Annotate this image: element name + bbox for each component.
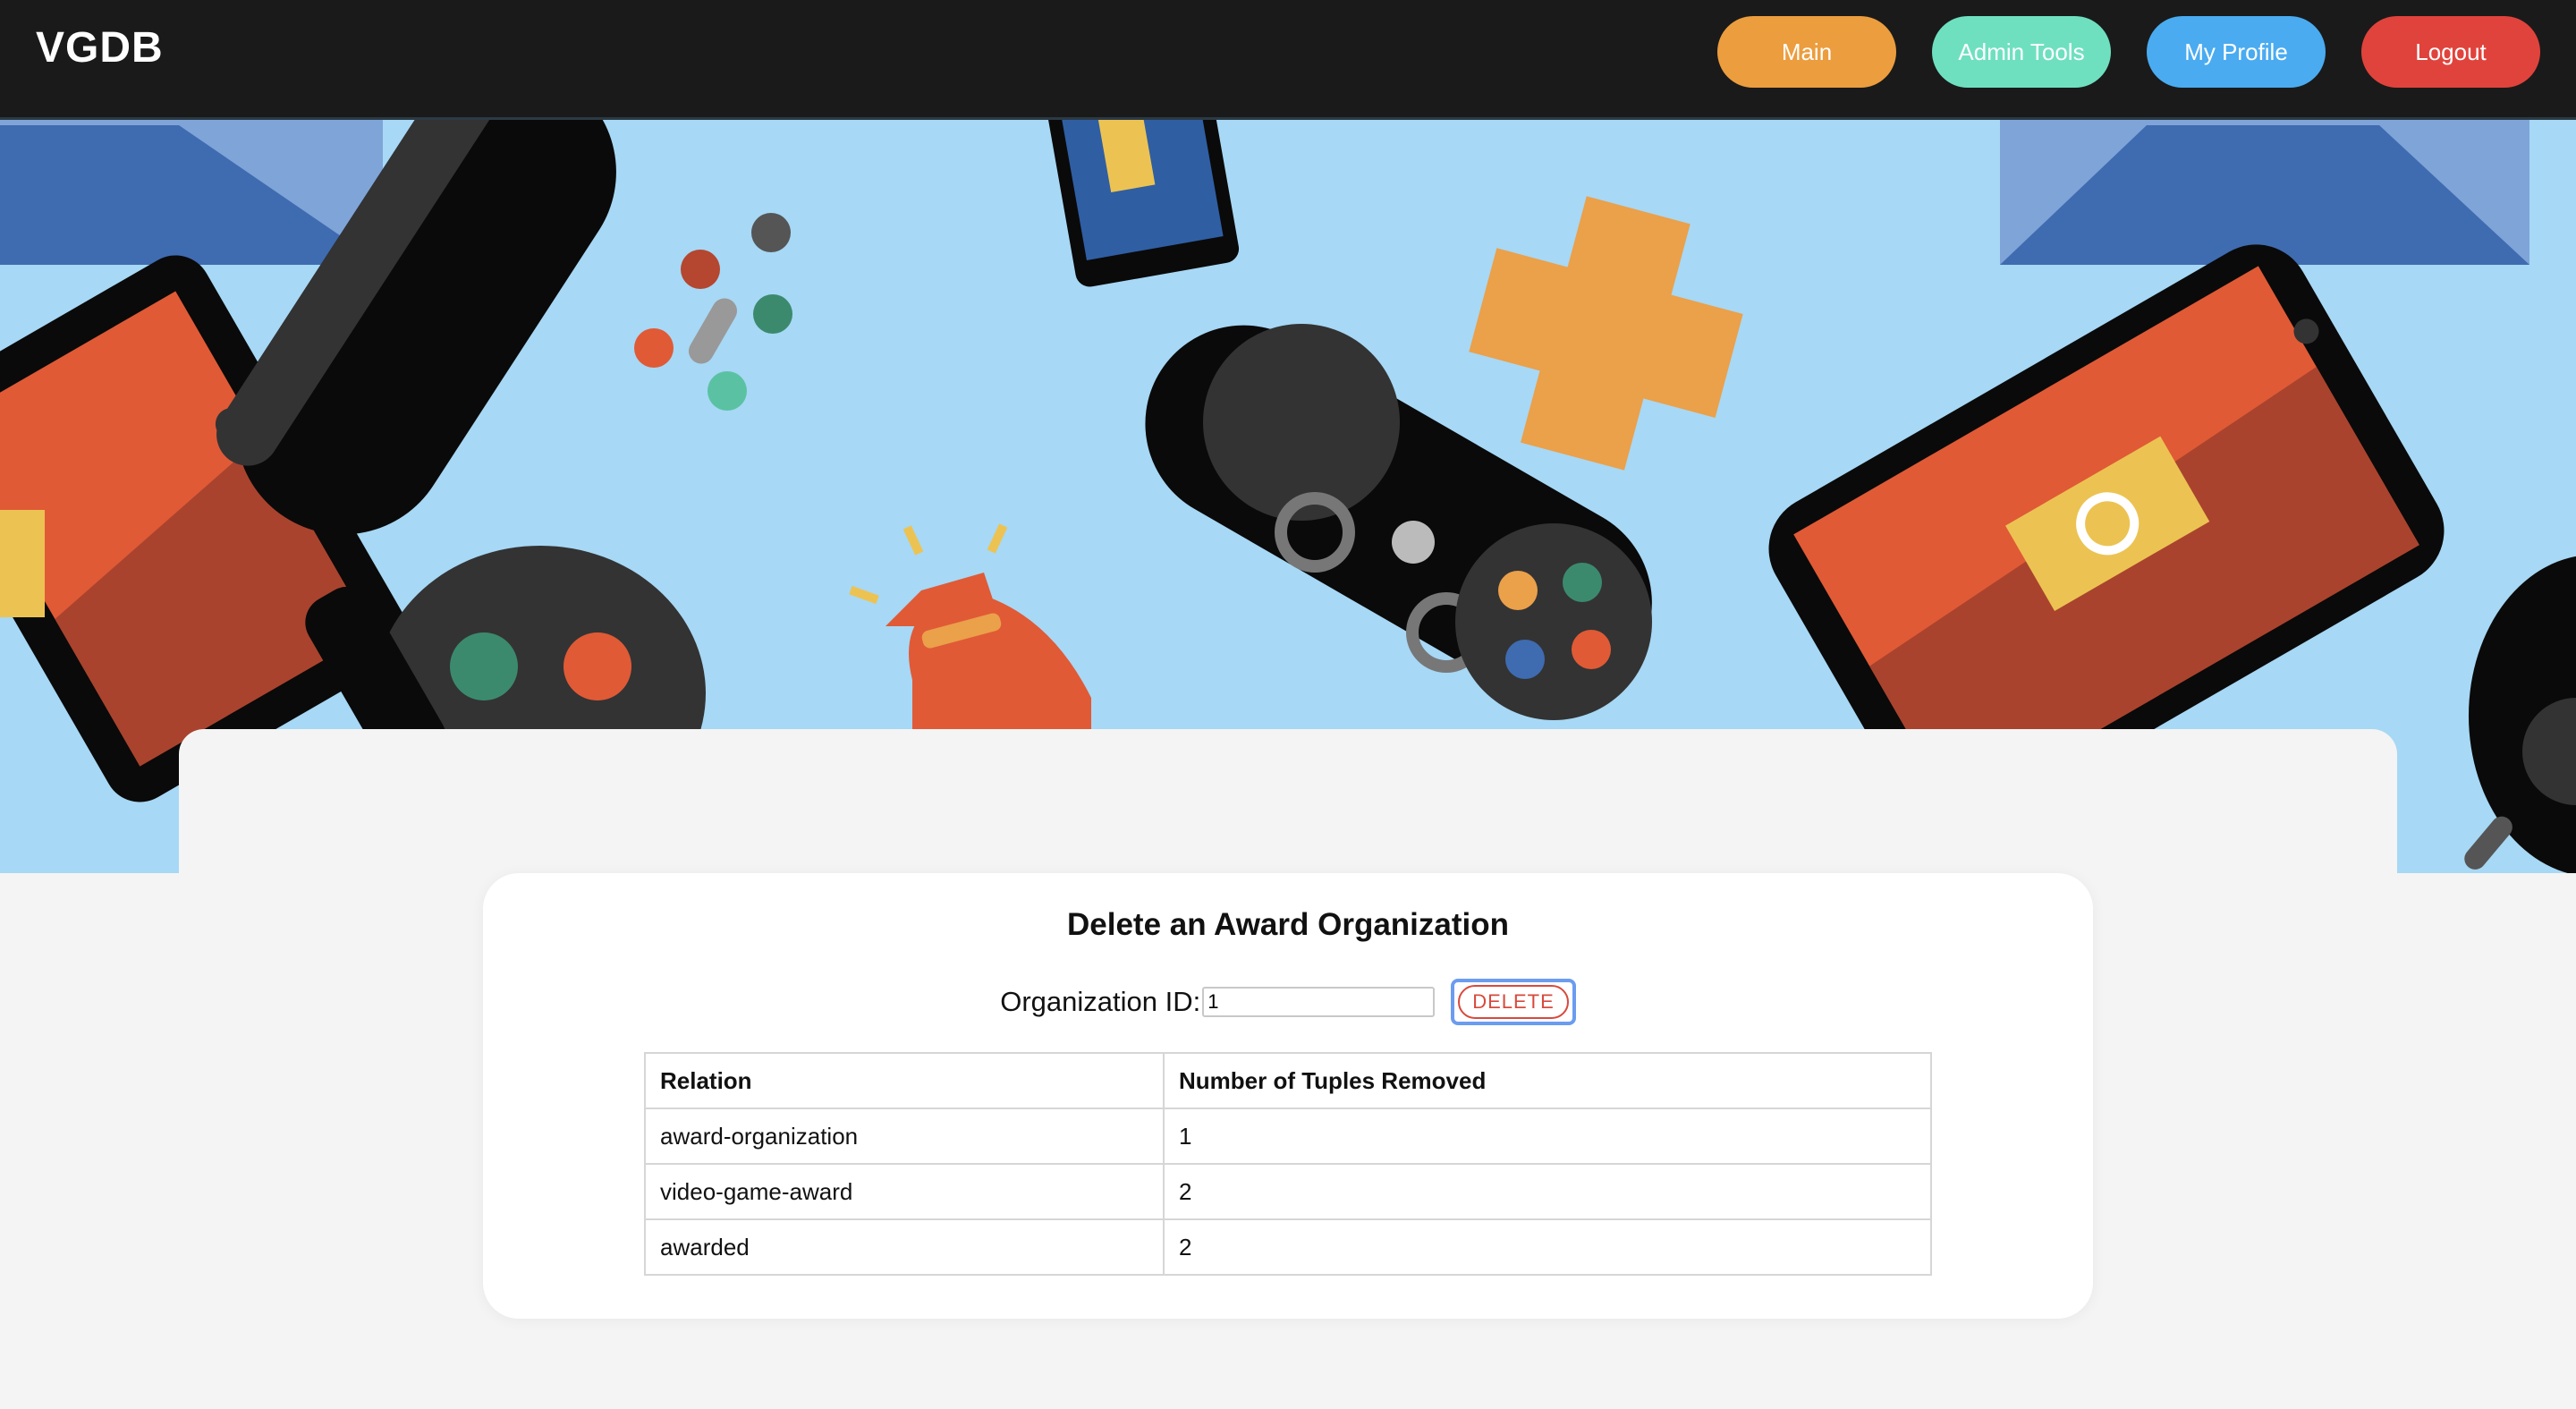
relation-cell: awarded: [644, 1218, 1165, 1276]
organization-id-input[interactable]: [1202, 987, 1436, 1017]
delete-button-focus-ring: DELETE: [1451, 979, 1576, 1025]
table-row: awarded 2: [644, 1218, 1932, 1276]
tuples-removed-cell: 2: [1163, 1163, 1932, 1220]
main-button[interactable]: Main: [1717, 16, 1896, 88]
table-header-row: Relation Number of Tuples Removed: [644, 1052, 1932, 1109]
column-header-relation: Relation: [644, 1052, 1165, 1109]
tuples-removed-cell: 1: [1163, 1108, 1932, 1165]
relation-cell: video-game-award: [644, 1163, 1165, 1220]
relation-cell: award-organization: [644, 1108, 1165, 1165]
results-table: Relation Number of Tuples Removed award-…: [644, 1052, 1932, 1276]
delete-award-org-card: Delete an Award Organization Organizatio…: [483, 873, 2093, 1319]
table-row: award-organization 1: [644, 1108, 1932, 1165]
form-row: Organization ID: DELETE: [483, 979, 2093, 1025]
organization-id-label: Organization ID:: [1000, 986, 1201, 1017]
logout-button[interactable]: Logout: [2361, 16, 2540, 88]
form-title: Delete an Award Organization: [1067, 907, 1509, 942]
admin-tools-button[interactable]: Admin Tools: [1932, 16, 2111, 88]
column-header-tuples-removed: Number of Tuples Removed: [1163, 1052, 1932, 1109]
delete-button[interactable]: DELETE: [1458, 985, 1569, 1019]
my-profile-button[interactable]: My Profile: [2147, 16, 2326, 88]
table-row: video-game-award 2: [644, 1163, 1932, 1220]
top-navbar: VGDB Main Admin Tools My Profile Logout: [0, 0, 2576, 120]
brand-logo[interactable]: VGDB: [36, 23, 164, 72]
tuples-removed-cell: 2: [1163, 1218, 1932, 1276]
